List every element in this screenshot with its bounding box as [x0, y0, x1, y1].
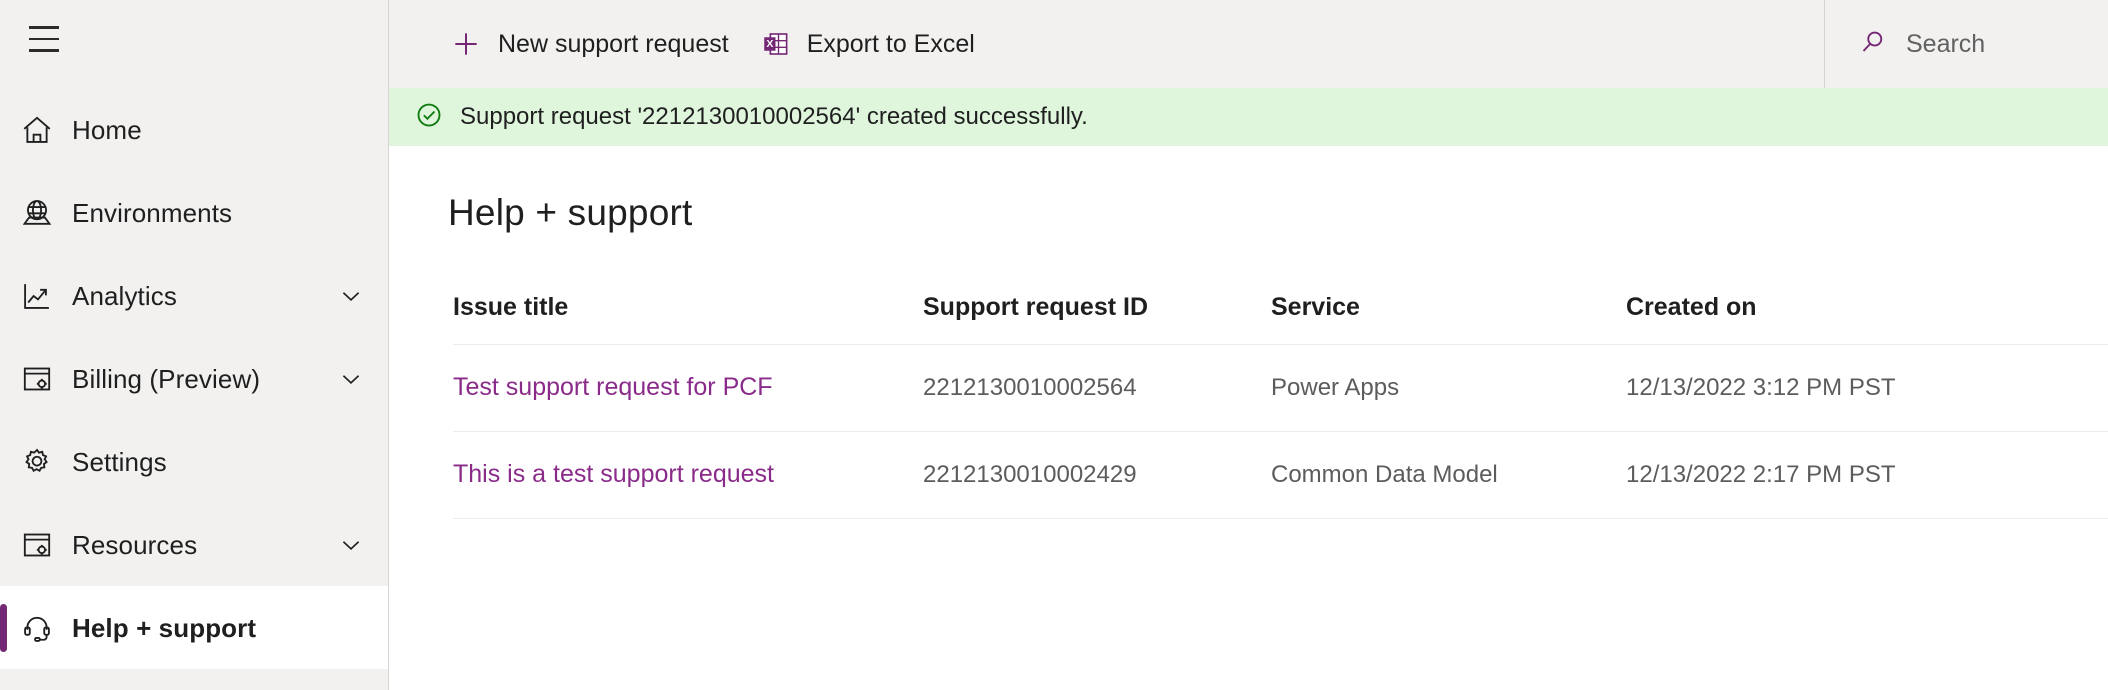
content-area: Help + support Issue title Support reque… [389, 146, 2108, 690]
hamburger-wrap [0, 0, 388, 78]
sidebar-nav-list: Home Environments Analytics Billing (Pre… [0, 88, 388, 669]
cell-service: Power Apps [1271, 344, 1626, 432]
search-box[interactable]: Search [1824, 0, 2108, 88]
excel-icon: X [761, 29, 791, 59]
success-banner-message: Support request '2212130010002564' creat… [460, 103, 1088, 130]
sidebar-item-resources[interactable]: Resources [0, 503, 388, 586]
table-row[interactable]: This is a test support request 221213001… [453, 431, 2108, 519]
sidebar-item-label: Resources [72, 529, 198, 560]
cell-created-on: 12/13/2022 2:17 PM PST [1626, 431, 2108, 519]
cell-issue-title[interactable]: Test support request for PCF [453, 344, 923, 432]
command-bar: New support request X Export to Excel Se… [389, 0, 2108, 88]
support-requests-table: Issue title Support request ID Service C… [453, 293, 2108, 519]
gear-icon [20, 445, 72, 479]
page-title: Help + support [448, 192, 693, 233]
sidebar-item-environments[interactable]: Environments [0, 171, 388, 254]
analytics-icon [20, 279, 72, 313]
new-support-request-label: New support request [498, 29, 729, 58]
export-to-excel-label: Export to Excel [806, 29, 975, 58]
sidebar-item-billing[interactable]: Billing (Preview) [0, 337, 388, 420]
sidebar-item-help-support[interactable]: Help + support [0, 586, 388, 669]
headset-icon [20, 611, 72, 645]
resources-icon [20, 528, 72, 562]
chevron-down-icon[interactable] [336, 365, 366, 393]
table-header: Issue title Support request ID Service C… [453, 293, 2108, 345]
home-icon [20, 113, 72, 147]
column-header-created-on[interactable]: Created on [1626, 293, 2108, 345]
app-root: Home Environments Analytics Billing (Pre… [0, 0, 2108, 690]
sidebar-item-label: Help + support [72, 612, 257, 643]
success-banner: Support request '2212130010002564' creat… [389, 88, 2108, 146]
sidebar-item-label: Environments [72, 197, 233, 228]
issue-title-link[interactable]: This is a test support request [453, 460, 774, 488]
sidebar-item-home[interactable]: Home [0, 88, 388, 171]
sidebar-item-label: Analytics [72, 280, 177, 311]
sidebar: Home Environments Analytics Billing (Pre… [0, 0, 389, 690]
cell-service: Common Data Model [1271, 431, 1626, 519]
svg-text:X: X [766, 38, 773, 50]
export-to-excel-button[interactable]: X Export to Excel [745, 15, 991, 73]
table-row[interactable]: Test support request for PCF 22121300100… [453, 344, 2108, 432]
sidebar-item-label: Home [72, 114, 142, 145]
cell-request-id: 2212130010002429 [923, 431, 1271, 519]
check-circle-icon [414, 100, 444, 135]
sidebar-item-label: Settings [72, 446, 167, 477]
sidebar-item-analytics[interactable]: Analytics [0, 254, 388, 337]
billing-icon [20, 362, 72, 396]
globe-icon [20, 196, 72, 230]
table-body: Test support request for PCF 22121300100… [453, 344, 2108, 519]
selection-accent-bar [0, 603, 7, 652]
cell-request-id: 2212130010002564 [923, 344, 1271, 432]
column-header-request-id[interactable]: Support request ID [923, 293, 1271, 345]
cell-created-on: 12/13/2022 3:12 PM PST [1626, 344, 2108, 432]
search-icon [1858, 27, 1888, 62]
chevron-down-icon[interactable] [336, 531, 366, 559]
main-area: New support request X Export to Excel Se… [389, 0, 2108, 690]
chevron-down-icon[interactable] [336, 282, 366, 310]
new-support-request-button[interactable]: New support request [434, 15, 745, 73]
column-header-service[interactable]: Service [1271, 293, 1626, 345]
cell-issue-title[interactable]: This is a test support request [453, 431, 923, 519]
column-header-issue-title[interactable]: Issue title [453, 293, 923, 345]
hamburger-icon[interactable] [20, 15, 68, 63]
sidebar-item-settings[interactable]: Settings [0, 420, 388, 503]
plus-icon [450, 28, 482, 60]
issue-title-link[interactable]: Test support request for PCF [453, 373, 773, 401]
table-header-row: Issue title Support request ID Service C… [453, 293, 2108, 345]
sidebar-item-label: Billing (Preview) [72, 363, 261, 394]
search-input[interactable]: Search [1906, 31, 1985, 57]
